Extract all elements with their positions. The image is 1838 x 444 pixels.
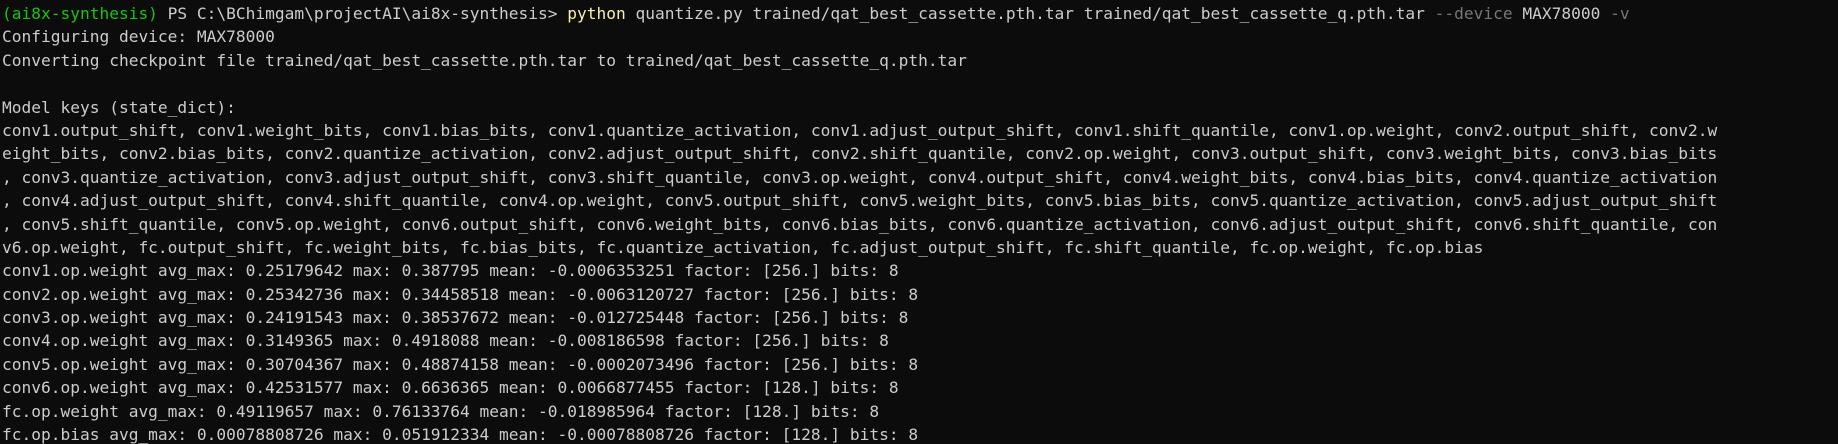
prompt-path: PS C:\BChimgam\projectAI\ai8x-synthesis> <box>157 4 568 23</box>
output-line: fc.op.bias avg_max: 0.00078808726 max: 0… <box>2 425 919 444</box>
output-line: conv1.op.weight avg_max: 0.25179642 max:… <box>2 261 899 281</box>
output-line: conv4.op.weight avg_max: 0.3149365 max: … <box>2 331 889 351</box>
output-line: v6.op.weight, fc.output_shift, fc.weight… <box>2 237 1484 257</box>
command-device-value: MAX78000 <box>1512 4 1611 23</box>
command-line[interactable]: (ai8x-synthesis) PS C:\BChimgam\projectA… <box>2 2 1836 25</box>
output-line: Model keys (state_dict): <box>2 97 236 117</box>
output-line: Configuring device: MAX78000 <box>2 27 275 47</box>
command-args: quantize.py trained/qat_best_cassette.pt… <box>625 4 1435 23</box>
output-line: , conv4.adjust_output_shift, conv4.shift… <box>2 191 1718 211</box>
command-flag-verbose: -v <box>1610 4 1630 23</box>
output-line: , conv5.shift_quantile, conv5.op.weight,… <box>2 214 1718 234</box>
terminal-window[interactable]: (ai8x-synthesis) PS C:\BChimgam\projectA… <box>0 0 1838 444</box>
output-line: eight_bits, conv2.bias_bits, conv2.quant… <box>2 144 1718 164</box>
prompt-env: (ai8x-synthesis) <box>2 4 158 23</box>
output-line: , conv3.quantize_activation, conv3.adjus… <box>2 167 1718 187</box>
output-line: conv1.output_shift, conv1.weight_bits, c… <box>2 120 1718 140</box>
command-flag-device: --device <box>1434 4 1513 23</box>
output-line: conv3.op.weight avg_max: 0.24191543 max:… <box>2 308 909 328</box>
output-line: conv5.op.weight avg_max: 0.30704367 max:… <box>2 354 919 374</box>
output-line: Converting checkpoint file trained/qat_b… <box>2 50 967 70</box>
command-executable: python <box>567 4 626 23</box>
output-line: conv2.op.weight avg_max: 0.25342736 max:… <box>2 284 919 304</box>
output-line: fc.op.weight avg_max: 0.49119657 max: 0.… <box>2 401 880 421</box>
output-line: conv6.op.weight avg_max: 0.42531577 max:… <box>2 378 899 398</box>
